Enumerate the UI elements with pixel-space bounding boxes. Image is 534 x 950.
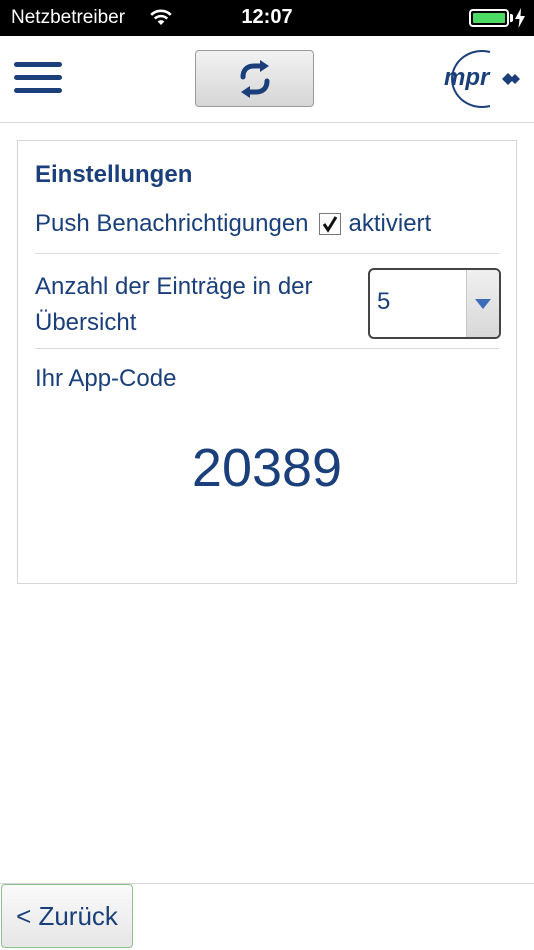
app-code-label: Ihr App-Code	[35, 365, 177, 392]
app-code-value: 20389	[191, 438, 343, 498]
settings-panel: Einstellungen Push Benachrichtigungen ak…	[17, 140, 517, 584]
status-bar: Netzbetreiber 12:07	[0, 0, 534, 36]
logo-text: mpr	[444, 64, 491, 91]
back-button-label: < Zurück	[16, 900, 118, 931]
push-notification-row: Push Benachrichtigungen aktiviert	[35, 207, 431, 241]
entries-select-value: 5	[377, 288, 391, 315]
entries-label: Anzahl der Einträge in der Übersicht	[35, 273, 313, 336]
divider	[35, 253, 499, 254]
push-state-label: aktiviert	[348, 210, 432, 237]
settings-title: Einstellungen	[35, 161, 193, 188]
carrier-name: Netzbetreiber	[11, 7, 126, 28]
wifi-icon	[150, 9, 172, 25]
entries-select[interactable]: 5	[368, 268, 501, 339]
mpr-logo: mpr	[444, 50, 520, 108]
checkmark-icon	[322, 216, 337, 233]
charging-bolt-icon	[515, 8, 525, 28]
divider	[35, 348, 499, 349]
hamburger-menu-icon[interactable]	[14, 60, 64, 98]
chevron-down-icon	[466, 270, 499, 337]
push-label: Push Benachrichtigungen	[35, 210, 309, 237]
top-navigation-bar: mpr	[0, 36, 534, 123]
back-button[interactable]: < Zurück	[1, 884, 133, 948]
push-checkbox[interactable]	[318, 213, 341, 235]
refresh-button[interactable]	[195, 50, 314, 107]
battery-icon	[469, 9, 509, 27]
battery-nub	[510, 14, 513, 22]
refresh-icon	[240, 59, 269, 98]
